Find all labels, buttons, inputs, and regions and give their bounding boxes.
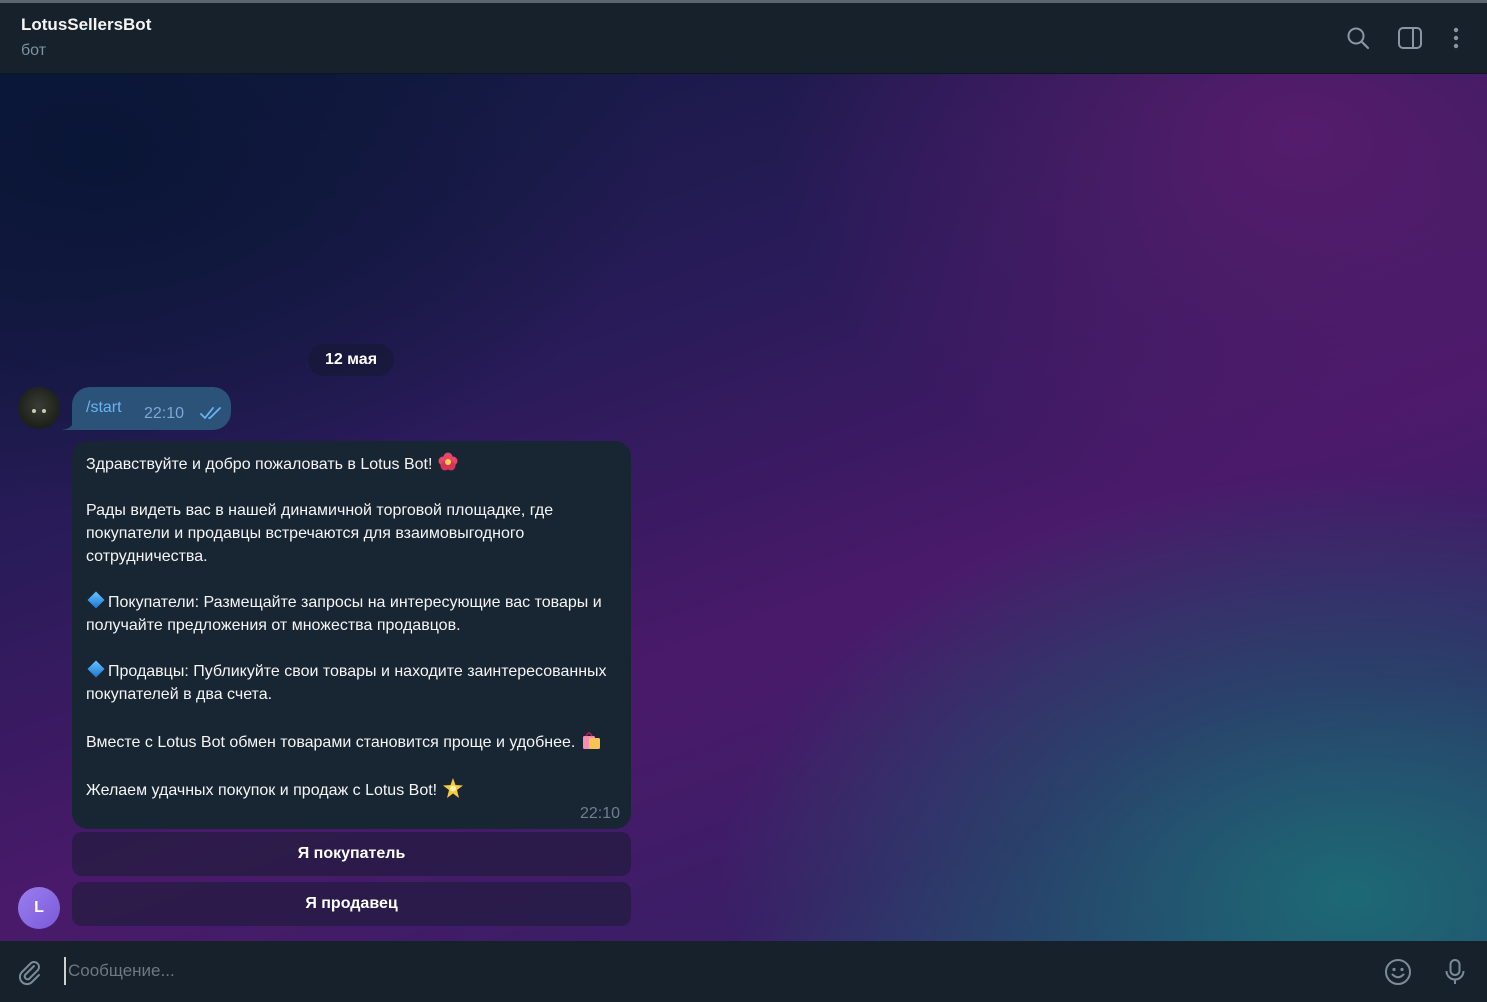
blue-diamond-icon [87, 591, 105, 609]
outgoing-message[interactable]: /start 22:10 [63, 387, 231, 430]
message-time: 22:10 [144, 405, 185, 422]
emoji-icon[interactable] [1383, 957, 1413, 987]
read-checkmarks-icon [200, 407, 221, 419]
bot-avatar[interactable]: L [18, 887, 60, 929]
microphone-icon[interactable] [1440, 957, 1470, 987]
message-time: 22:10 [579, 805, 620, 822]
sidebar-toggle-icon[interactable] [1397, 25, 1423, 51]
chat-subtitle: бот [21, 42, 47, 59]
seller-button[interactable]: Я продавец [72, 882, 631, 926]
more-vertical-icon[interactable] [1443, 25, 1469, 51]
incoming-message[interactable]: Здравствуйте и добро пожаловать в Lotus … [72, 441, 631, 829]
message-text: Здравствуйте и добро пожаловать в Lotus … [86, 451, 618, 802]
glowing-star-icon [442, 778, 463, 798]
flower-emoji-icon [438, 452, 458, 471]
command-link[interactable]: /start [86, 399, 122, 417]
date-separator: 12 мая [308, 344, 394, 376]
user-avatar[interactable] [18, 387, 60, 429]
buyer-button[interactable]: Я покупатель [72, 832, 631, 876]
attach-icon[interactable] [15, 957, 45, 987]
chat-title[interactable]: LotusSellersBot [21, 15, 151, 35]
chat-header: LotusSellersBot бот [0, 3, 1487, 74]
blue-diamond-icon [87, 660, 105, 678]
message-composer: Сообщение... [0, 941, 1487, 1002]
chat-area[interactable]: 12 мая /start 22:10 Здравствуйте и добро… [0, 74, 1487, 941]
search-icon[interactable] [1345, 25, 1371, 51]
message-input[interactable]: Сообщение... [64, 957, 1354, 985]
shopping-bags-icon [582, 732, 600, 749]
